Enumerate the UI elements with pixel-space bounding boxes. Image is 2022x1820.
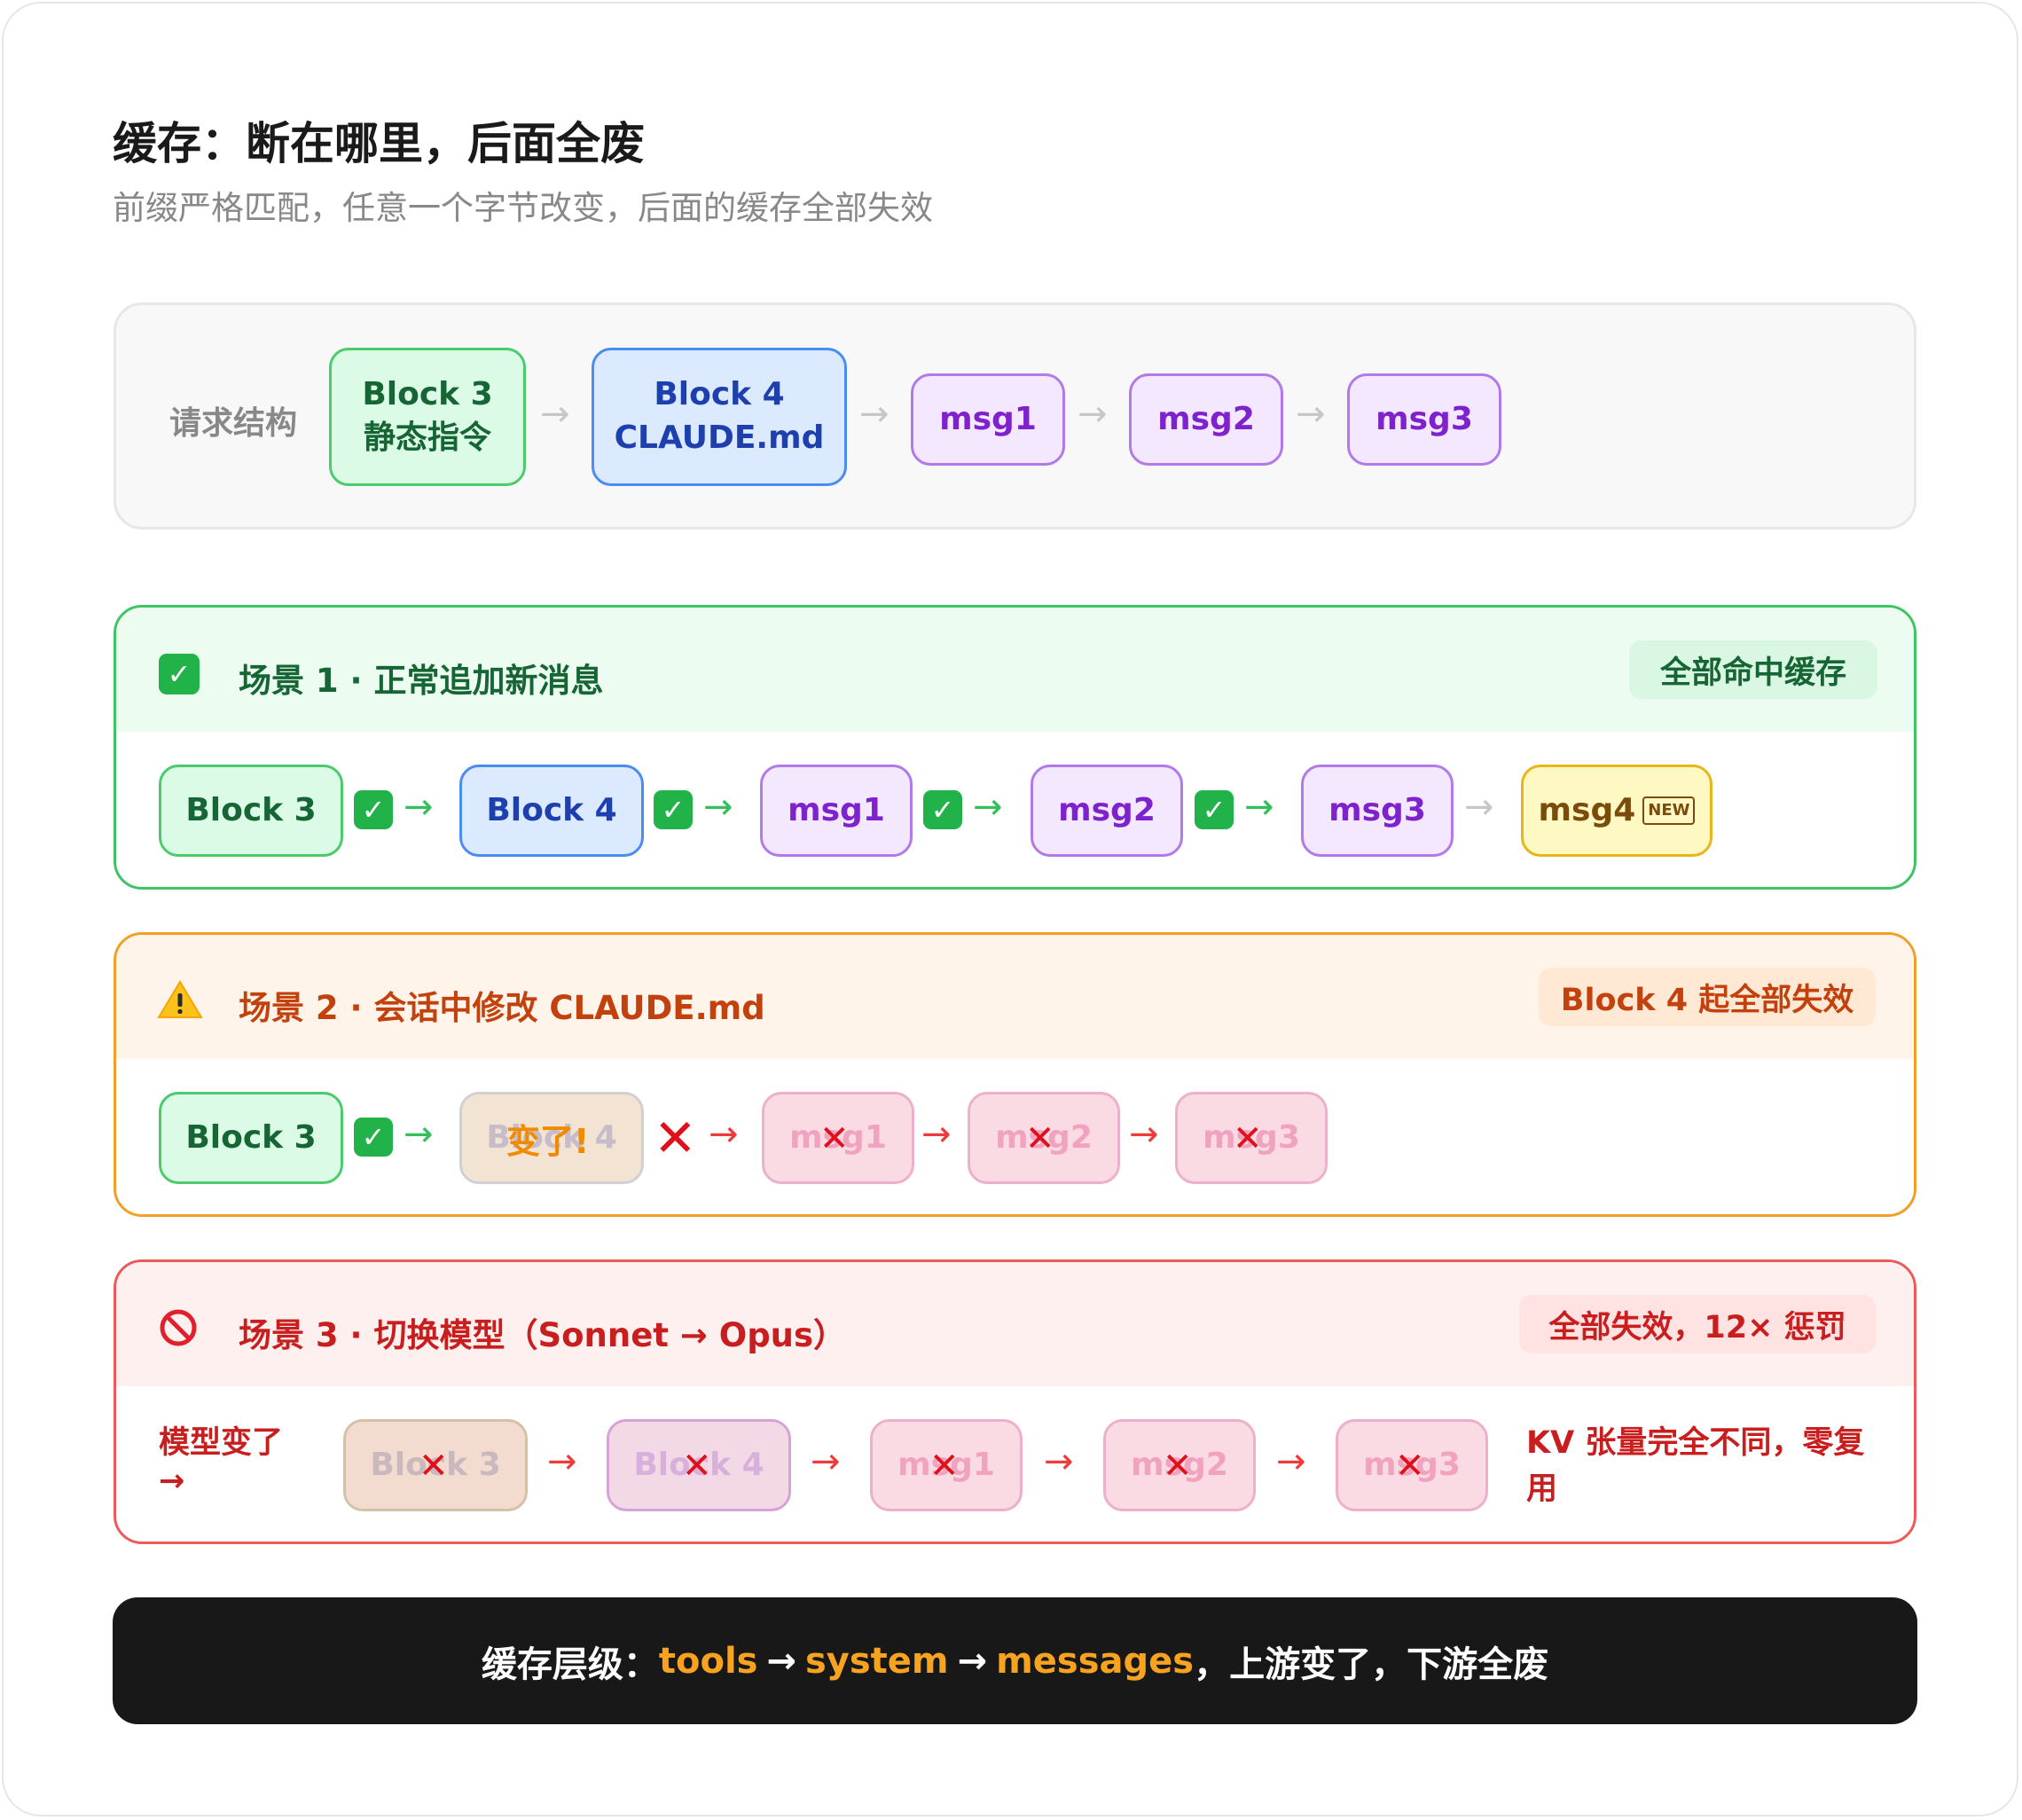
scene1-msg4-label: msg4 bbox=[1538, 791, 1636, 828]
structure-block4: Block 4 CLAUDE.md bbox=[592, 348, 847, 486]
arrow-right-icon: → bbox=[1244, 787, 1274, 828]
scene1-block4: Block 4 bbox=[459, 765, 644, 857]
footer-system: system bbox=[804, 1640, 949, 1682]
check-mark-icon: ✓ bbox=[354, 790, 393, 829]
cross-mark-icon: ✕ bbox=[819, 1118, 850, 1159]
scene1-msg4: msg4 NEW bbox=[1521, 765, 1712, 857]
footer-tools: tools bbox=[658, 1640, 758, 1682]
arrow-right-icon: → bbox=[1044, 1441, 1074, 1482]
arrow-right-icon: → bbox=[973, 787, 1003, 828]
arrow-right-icon: → bbox=[1296, 394, 1326, 435]
scene1-badge: 全部命中缓存 bbox=[1629, 640, 1877, 699]
cross-mark-icon: ✕ bbox=[1163, 1446, 1193, 1487]
arrow-right-icon: → bbox=[811, 1441, 841, 1482]
structure-label: 请求结构 bbox=[169, 405, 298, 442]
scene3-msg1: msg1 ✕ bbox=[870, 1419, 1023, 1511]
scene2-msg2: msg2 ✕ bbox=[968, 1092, 1120, 1184]
cross-mark-icon: ✕ bbox=[682, 1446, 712, 1487]
arrow-right-icon: → bbox=[766, 1640, 796, 1682]
check-mark-icon: ✓ bbox=[654, 790, 693, 829]
arrow-right-icon: → bbox=[1276, 1441, 1306, 1482]
warning-icon bbox=[157, 980, 203, 1018]
new-badge-icon: NEW bbox=[1642, 796, 1696, 825]
cross-mark-icon: ✕ bbox=[929, 1446, 960, 1487]
scene1-title: 场景 1 · 正常追加新消息 bbox=[239, 662, 604, 700]
cross-mark-icon: ✕ bbox=[1395, 1446, 1425, 1487]
cross-mark-icon: ✕ bbox=[654, 1108, 697, 1168]
scene3-left-note-line1: 模型变了 bbox=[159, 1425, 284, 1461]
scene1-msg1: msg1 bbox=[760, 765, 913, 857]
arrow-right-icon: → bbox=[703, 787, 733, 828]
scene2-block4: Block 4 变了! bbox=[459, 1092, 644, 1184]
check-mark-icon: ✓ bbox=[923, 790, 962, 829]
cross-mark-icon: ✕ bbox=[1025, 1118, 1055, 1159]
page-subtitle: 前缀严格匹配，任意一个字节改变，后面的缓存全部失效 bbox=[113, 189, 933, 227]
scene3-right-note-line1: KV 张量完全不同，零复 bbox=[1526, 1425, 1865, 1461]
scene3-msg2: msg2 ✕ bbox=[1103, 1419, 1256, 1511]
arrow-right-icon: → bbox=[1464, 787, 1494, 828]
footer-messages: messages bbox=[996, 1640, 1195, 1682]
arrow-right-icon: → bbox=[404, 1114, 434, 1155]
scene1-panel: ✓ 场景 1 · 正常追加新消息 全部命中缓存 Block 3 ✓ → Bloc… bbox=[114, 605, 1916, 890]
check-mark-icon: ✓ bbox=[354, 1118, 393, 1157]
arrow-right-icon: → bbox=[859, 394, 890, 435]
scene1-msg3: msg3 bbox=[1301, 765, 1454, 857]
scene3-panel: 场景 3 · 切换模型（Sonnet → Opus） 全部失效，12× 惩罚 模… bbox=[114, 1259, 1916, 1544]
check-mark-icon: ✓ bbox=[1195, 790, 1234, 829]
scene3-block4: Block 4 ✕ bbox=[607, 1419, 791, 1511]
structure-block4-title: Block 4 bbox=[654, 376, 785, 413]
scene2-msg3: msg3 ✕ bbox=[1175, 1092, 1328, 1184]
structure-block4-subtitle: CLAUDE.md bbox=[614, 420, 825, 456]
structure-msg1: msg1 bbox=[911, 373, 1065, 466]
arrow-right-icon: → bbox=[547, 1441, 577, 1482]
scene2-badge: Block 4 起全部失效 bbox=[1539, 968, 1876, 1026]
arrow-right-icon: → bbox=[1078, 394, 1108, 435]
card: 缓存：断在哪里，后面全废 前缀严格匹配，任意一个字节改变，后面的缓存全部失效 请… bbox=[2, 2, 2018, 1816]
structure-msg3: msg3 bbox=[1347, 373, 1501, 466]
arrow-right-icon: → bbox=[957, 1640, 988, 1682]
page-title: 缓存：断在哪里，后面全废 bbox=[113, 118, 645, 169]
request-structure-panel: 请求结构 Block 3 静态指令 → Block 4 CLAUDE.md → … bbox=[114, 302, 1916, 530]
prohibited-icon bbox=[160, 1309, 197, 1346]
cross-mark-icon: ✕ bbox=[419, 1446, 449, 1487]
arrow-right-icon: → bbox=[404, 787, 434, 828]
scene3-title: 场景 3 · 切换模型（Sonnet → Opus） bbox=[239, 1316, 847, 1354]
footer-banner: 缓存层级： tools → system → messages ，上游变了，下游… bbox=[113, 1597, 1917, 1724]
arrow-right-icon: → bbox=[1129, 1114, 1159, 1155]
scene2-msg1: msg1 ✕ bbox=[762, 1092, 914, 1184]
scene3-badge: 全部失效，12× 惩罚 bbox=[1519, 1295, 1876, 1353]
arrow-right-icon: → bbox=[709, 1114, 739, 1155]
scene3-msg3: msg3 ✕ bbox=[1336, 1419, 1488, 1511]
structure-block3-subtitle: 静态指令 bbox=[363, 420, 491, 456]
scene2-panel: 场景 2 · 会话中修改 CLAUDE.md Block 4 起全部失效 Blo… bbox=[114, 932, 1916, 1217]
structure-block3: Block 3 静态指令 bbox=[329, 348, 526, 486]
structure-block3-title: Block 3 bbox=[362, 376, 493, 413]
structure-msg2: msg2 bbox=[1129, 373, 1283, 466]
scene2-title: 场景 2 · 会话中修改 CLAUDE.md bbox=[239, 989, 765, 1027]
scene3-right-note-line2: 用 bbox=[1526, 1471, 1558, 1507]
scene1-msg2: msg2 bbox=[1031, 765, 1183, 857]
footer-suffix: ，上游变了，下游全废 bbox=[1194, 1643, 1549, 1685]
arrow-right-icon: → bbox=[921, 1114, 952, 1155]
scene2-block3: Block 3 bbox=[159, 1092, 343, 1184]
cross-mark-icon: ✕ bbox=[1233, 1118, 1263, 1159]
scene1-block3: Block 3 bbox=[159, 765, 343, 857]
scene3-left-note-line2: → bbox=[159, 1463, 185, 1499]
footer-prefix: 缓存层级： bbox=[481, 1643, 659, 1685]
changed-label: 变了! bbox=[506, 1122, 590, 1161]
scene3-block3: Block 3 ✕ bbox=[343, 1419, 528, 1511]
check-mark-button-icon: ✓ bbox=[159, 654, 200, 694]
arrow-right-icon: → bbox=[540, 394, 570, 435]
